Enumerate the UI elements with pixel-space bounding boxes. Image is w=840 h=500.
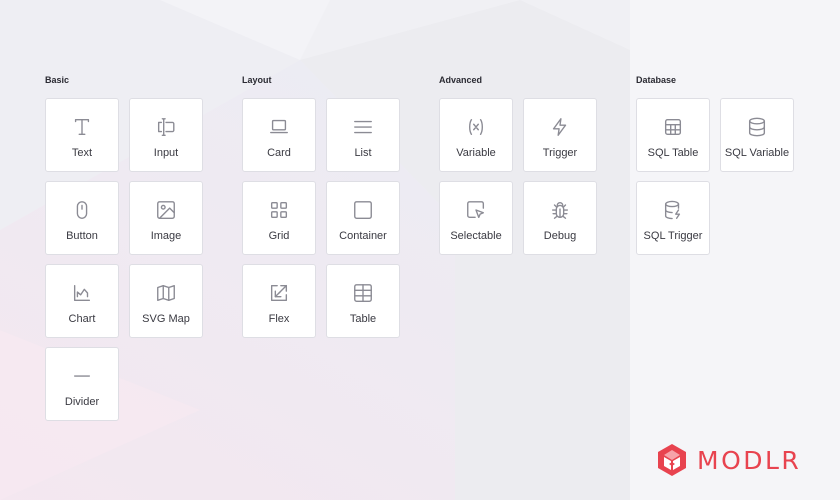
cursor-select-icon xyxy=(440,198,512,222)
group-title-database: Database xyxy=(636,75,677,85)
component-trigger[interactable]: Trigger xyxy=(523,98,597,172)
group-title-layout: Layout xyxy=(242,75,272,85)
lightning-icon xyxy=(524,115,596,139)
brand-name: MODLR xyxy=(697,445,802,475)
component-debug[interactable]: Debug xyxy=(523,181,597,255)
laptop-icon xyxy=(243,115,315,139)
component-svg-map[interactable]: SVG Map xyxy=(129,264,203,338)
component-input[interactable]: Input xyxy=(129,98,203,172)
table-icon xyxy=(637,115,709,139)
component-label: Text xyxy=(71,147,93,159)
component-label: Card xyxy=(267,147,291,159)
component-text[interactable]: Text xyxy=(45,98,119,172)
component-label: List xyxy=(354,147,372,159)
component-label: Debug xyxy=(543,230,577,242)
component-label: Image xyxy=(150,230,182,242)
text-icon xyxy=(46,115,118,139)
image-icon xyxy=(130,198,202,222)
group-title-advanced: Advanced xyxy=(439,75,483,85)
mouse-icon xyxy=(46,198,118,222)
variable-icon xyxy=(440,115,512,139)
table-icon xyxy=(327,281,399,305)
list-icon xyxy=(327,115,399,139)
component-button[interactable]: Button xyxy=(45,181,119,255)
component-sql-table[interactable]: SQL Table xyxy=(636,98,710,172)
component-label: SQL Table xyxy=(647,147,699,159)
component-label: Selectable xyxy=(450,230,502,242)
background-shapes xyxy=(0,0,840,500)
component-label: Variable xyxy=(456,147,496,159)
component-image[interactable]: Image xyxy=(129,181,203,255)
component-sql-trigger[interactable]: SQL Trigger xyxy=(636,181,710,255)
component-grid[interactable]: Grid xyxy=(242,181,316,255)
component-variable[interactable]: Variable xyxy=(439,98,513,172)
component-label: Grid xyxy=(268,230,290,242)
group-title-basic: Basic xyxy=(45,75,70,85)
component-flex[interactable]: Flex xyxy=(242,264,316,338)
grid-icon xyxy=(243,198,315,222)
component-container[interactable]: Container xyxy=(326,181,400,255)
bug-icon xyxy=(524,198,596,222)
component-table[interactable]: Table xyxy=(326,264,400,338)
component-selectable[interactable]: Selectable xyxy=(439,181,513,255)
database-lightning-icon xyxy=(637,198,709,222)
component-card[interactable]: Card xyxy=(242,98,316,172)
resize-icon xyxy=(243,281,315,305)
divider-icon xyxy=(46,364,118,388)
component-label: Container xyxy=(339,230,387,242)
map-icon xyxy=(130,281,202,305)
component-chart[interactable]: Chart xyxy=(45,264,119,338)
component-label: Table xyxy=(349,313,377,325)
component-sql-variable[interactable]: SQL Variable xyxy=(720,98,794,172)
database-icon xyxy=(721,115,793,139)
component-label: Input xyxy=(153,147,179,159)
component-label: Button xyxy=(66,230,98,242)
modlr-logo-icon xyxy=(655,443,689,477)
component-label: SQL Trigger xyxy=(643,230,703,242)
input-icon xyxy=(130,115,202,139)
component-label: Divider xyxy=(64,396,100,408)
component-label: Chart xyxy=(68,313,96,325)
component-label: Trigger xyxy=(542,147,578,159)
component-list[interactable]: List xyxy=(326,98,400,172)
component-label: SQL Variable xyxy=(724,147,790,159)
component-label: Flex xyxy=(268,313,290,325)
component-divider[interactable]: Divider xyxy=(45,347,119,421)
component-label: SVG Map xyxy=(142,313,190,325)
square-icon xyxy=(327,198,399,222)
chart-icon xyxy=(46,281,118,305)
modlr-logo: MODLR xyxy=(655,443,801,477)
